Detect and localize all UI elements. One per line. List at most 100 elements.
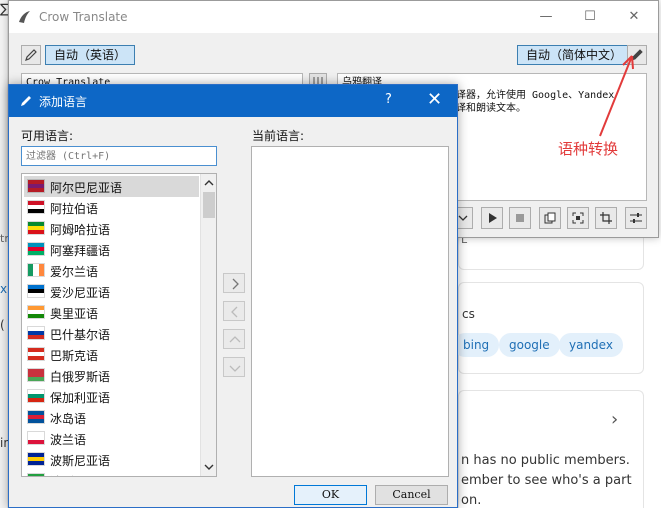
flag-icon [27, 179, 45, 193]
topic-tag-google[interactable]: google [499, 333, 560, 357]
language-list-item[interactable]: 保加利亚语 [24, 386, 199, 407]
flag-icon [27, 431, 45, 445]
language-label: 奥里亚语 [50, 307, 99, 321]
dialog-titlebar[interactable]: 添加语言 ? ✕ [9, 85, 457, 117]
topic-tag-yandex[interactable]: yandex [559, 333, 623, 357]
move-down-button[interactable] [223, 357, 245, 377]
screen-ocr-button[interactable] [567, 207, 589, 229]
chevron-right-icon[interactable]: › [611, 409, 618, 430]
minimize-button[interactable]: — [535, 7, 557, 27]
window-title: Crow Translate [39, 10, 128, 24]
crow-app-icon [19, 11, 30, 23]
topic-tag-bing[interactable]: bing [453, 333, 500, 357]
language-label: 阿拉伯语 [50, 202, 99, 216]
screen-capture-icon [572, 212, 584, 224]
ok-button[interactable]: OK [294, 485, 367, 505]
language-list-item[interactable]: 爱尔兰语 [24, 260, 199, 281]
chevron-down-icon [458, 215, 468, 221]
scroll-down-icon[interactable] [204, 462, 214, 472]
language-list-item[interactable]: 阿姆哈拉语 [24, 218, 199, 239]
background-topics-card: cs bing google yandex [453, 282, 644, 374]
dialog-title: 添加语言 [39, 95, 88, 109]
chevron-up-icon [229, 336, 241, 343]
copy-translation-button[interactable] [539, 207, 561, 229]
language-list-item[interactable]: 波斯语 [24, 470, 199, 476]
topics-label: cs [462, 307, 475, 321]
background-left-strip [0, 0, 8, 508]
language-filter-input[interactable] [21, 146, 217, 166]
help-button[interactable]: ? [385, 92, 392, 107]
move-up-button[interactable] [223, 329, 245, 349]
crop-icon [600, 212, 612, 224]
current-languages-list[interactable] [251, 146, 449, 477]
language-list-item[interactable]: 冰岛语 [24, 407, 199, 428]
language-label: 白俄罗斯语 [50, 370, 111, 384]
language-list-item[interactable]: 巴什基尔语 [24, 323, 199, 344]
language-list-item[interactable]: 波兰语 [24, 428, 199, 449]
flag-icon [27, 326, 45, 340]
crop-button[interactable] [595, 207, 617, 229]
language-list-item[interactable]: 阿尔巴尼亚语 [24, 176, 199, 197]
chevron-right-icon [232, 278, 239, 290]
people-text-line: on. [461, 493, 482, 508]
language-list-item[interactable]: 阿拉伯语 [24, 197, 199, 218]
settings-sliders-icon [630, 213, 642, 223]
settings-button[interactable] [625, 207, 647, 229]
language-label: 波兰语 [50, 433, 87, 447]
language-list-item[interactable]: 阿塞拜疆语 [24, 239, 199, 260]
language-label: 阿塞拜疆语 [50, 244, 111, 258]
pencil-icon [25, 49, 37, 61]
stop-translation-button[interactable] [509, 207, 531, 229]
list-scrollbar[interactable] [200, 174, 216, 476]
available-languages-list[interactable]: 阿尔巴尼亚语 阿拉伯语阿姆哈拉语阿塞拜疆语爱尔兰语爱沙尼亚语奥里亚语巴什基尔语 巴斯… [21, 173, 217, 477]
flag-icon [27, 263, 45, 277]
remove-language-button[interactable] [223, 301, 245, 321]
language-label: 阿姆哈拉语 [50, 223, 111, 237]
flag-icon [27, 410, 45, 424]
language-label: 波斯尼亚语 [50, 454, 111, 468]
flag-icon [27, 452, 45, 466]
language-list-item[interactable]: 白俄罗斯语 [24, 365, 199, 386]
flag-icon [27, 389, 45, 403]
language-label: 爱尔兰语 [50, 265, 99, 279]
edit-source-languages-button[interactable] [21, 45, 41, 65]
maximize-button[interactable]: ☐ [579, 7, 601, 27]
window-titlebar[interactable]: Crow Translate — ☐ ✕ [9, 1, 658, 33]
cancel-button[interactable]: Cancel [375, 485, 448, 505]
flag-icon [27, 221, 45, 235]
source-language-button[interactable]: 自动（英语） [45, 45, 136, 65]
dialog-close-button[interactable]: ✕ [427, 89, 442, 110]
play-icon [489, 213, 497, 223]
background-fragment: ( [0, 318, 5, 332]
flag-icon [27, 305, 45, 319]
flag-icon [27, 368, 45, 382]
available-languages-label: 可用语言: [21, 129, 74, 143]
language-list-item[interactable]: 巴斯克语 [24, 344, 199, 365]
people-text-line: n has no public members. [461, 453, 630, 468]
flag-icon [27, 200, 45, 214]
add-language-dialog: 添加语言 ? ✕ 可用语言: 当前语言: 阿尔巴尼亚语阿拉伯语阿姆哈拉语阿塞拜疆… [8, 84, 458, 508]
play-translation-button[interactable] [481, 207, 503, 229]
language-label: 爱沙尼亚语 [50, 286, 111, 300]
scroll-thumb[interactable] [203, 192, 215, 218]
add-language-button[interactable] [223, 273, 245, 293]
language-label: 阿尔巴尼亚语 [50, 181, 123, 195]
people-text-line: ember to see who's a part [461, 473, 632, 488]
flag-icon [27, 284, 45, 298]
annotation-label: 语种转换 [558, 140, 619, 158]
chevron-down-icon [229, 365, 241, 372]
scroll-up-icon[interactable] [204, 178, 214, 188]
language-label: 冰岛语 [50, 412, 87, 426]
copy-icon [544, 212, 556, 224]
background-people-card: › n has no public members. ember to see … [458, 390, 644, 508]
language-list-item[interactable]: 爱沙尼亚语 [24, 281, 199, 302]
language-list-item[interactable]: 奥里亚语 [24, 302, 199, 323]
flag-icon [27, 473, 45, 476]
language-label: 保加利亚语 [50, 391, 111, 405]
background-fragment: x [0, 282, 8, 296]
current-languages-label: 当前语言: [252, 129, 305, 143]
stop-icon [516, 214, 524, 222]
close-button[interactable]: ✕ [623, 7, 645, 27]
language-list-item[interactable]: 波斯尼亚语 [24, 449, 199, 470]
annotation-arrow-icon [599, 55, 634, 137]
